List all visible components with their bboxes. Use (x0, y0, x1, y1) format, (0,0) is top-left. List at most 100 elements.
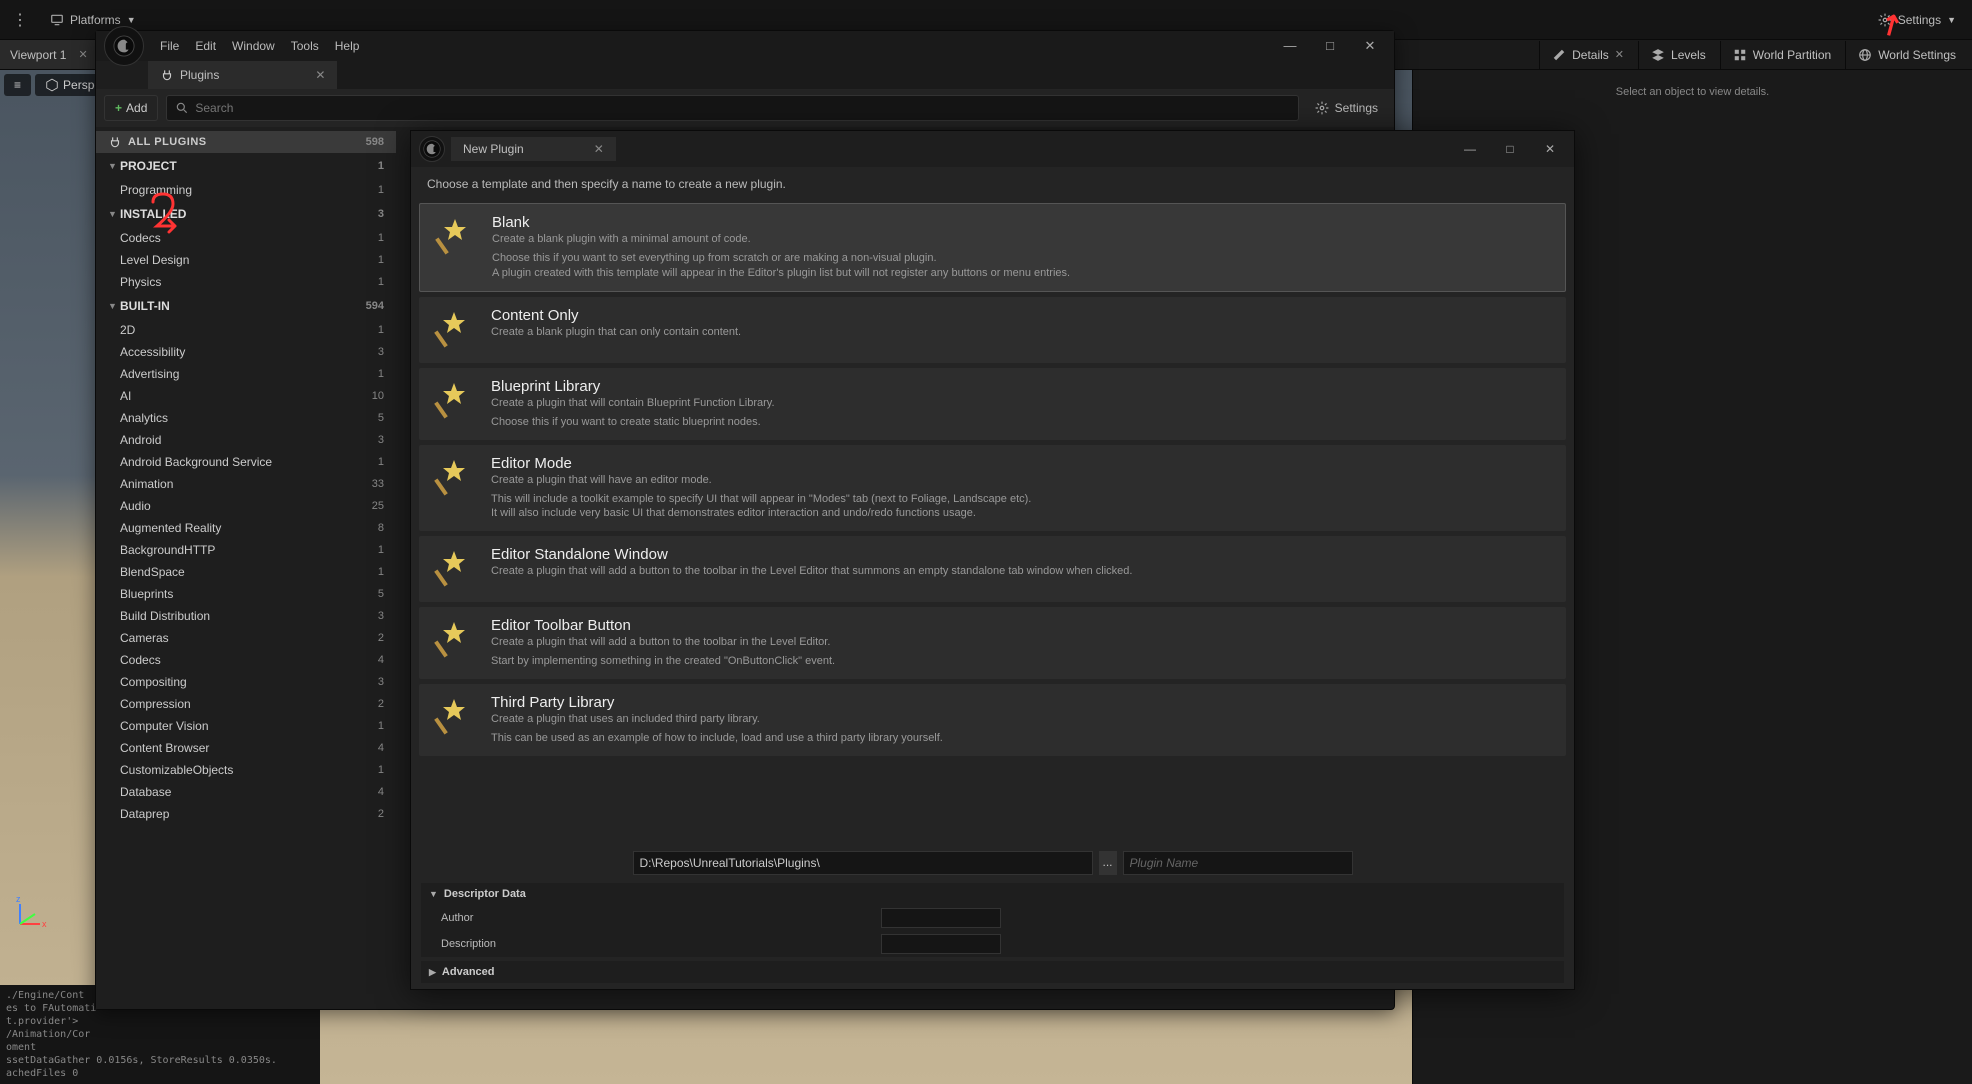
sidebar-category-row[interactable]: Dataprep2 (96, 803, 396, 825)
sidebar-category-row[interactable]: Build Distribution3 (96, 605, 396, 627)
sidebar-category-row[interactable]: AI10 (96, 385, 396, 407)
sidebar-category-row[interactable]: BackgroundHTTP1 (96, 539, 396, 561)
template-item[interactable]: Editor Standalone WindowCreate a plugin … (419, 536, 1566, 602)
template-item[interactable]: BlankCreate a blank plugin with a minima… (419, 203, 1566, 292)
tab-label: Levels (1671, 48, 1706, 62)
category-count: 1 (378, 720, 384, 732)
template-subtitle: Create a plugin that will have an editor… (491, 474, 1554, 486)
template-wand-icon (431, 307, 477, 353)
minimize-button[interactable]: — (1274, 38, 1306, 54)
plug-icon (160, 68, 174, 82)
search-input[interactable] (195, 101, 1289, 115)
plugins-titlebar[interactable]: File Edit Window Tools Help — □ ✕ (96, 31, 1394, 61)
plugins-settings-button[interactable]: Settings (1307, 101, 1386, 115)
sidebar-category-row[interactable]: CustomizableObjects1 (96, 759, 396, 781)
category-label: Advertising (120, 367, 378, 381)
template-title: Third Party Library (491, 694, 1554, 711)
plugin-search[interactable] (166, 95, 1298, 121)
close-icon[interactable]: ✕ (315, 68, 325, 82)
plugin-name-input[interactable] (1123, 851, 1353, 875)
sidebar-category-row[interactable]: Augmented Reality8 (96, 517, 396, 539)
sidebar-category-row[interactable]: Codecs4 (96, 649, 396, 671)
category-count: 1 (378, 232, 384, 244)
descriptor-data-header[interactable]: ▼ Descriptor Data (421, 883, 1564, 905)
search-icon (175, 101, 189, 115)
plugin-path-input[interactable] (633, 851, 1093, 875)
sidebar-section-header[interactable]: ▼BUILT-IN594 (96, 293, 396, 319)
tools-menu[interactable]: Tools (291, 39, 319, 53)
world-partition-tab[interactable]: World Partition (1720, 41, 1843, 69)
sidebar-category-row[interactable]: Programming1 (96, 179, 396, 201)
template-item[interactable]: Third Party LibraryCreate a plugin that … (419, 684, 1566, 756)
category-count: 1 (378, 764, 384, 776)
sidebar-category-row[interactable]: Compression2 (96, 693, 396, 715)
sidebar-category-row[interactable]: BlendSpace1 (96, 561, 396, 583)
add-plugin-button[interactable]: + Add (104, 95, 158, 121)
template-item[interactable]: Content OnlyCreate a blank plugin that c… (419, 297, 1566, 363)
sidebar-category-row[interactable]: Cameras2 (96, 627, 396, 649)
sidebar-category-row[interactable]: Android Background Service1 (96, 451, 396, 473)
category-label: Codecs (120, 653, 378, 667)
details-tab[interactable]: Details ✕ (1539, 41, 1636, 69)
plugins-tab[interactable]: Plugins ✕ (148, 61, 337, 89)
advanced-header[interactable]: ▶ Advanced (421, 961, 1564, 983)
category-count: 2 (378, 808, 384, 820)
world-settings-tab[interactable]: World Settings (1845, 41, 1968, 69)
sidebar-category-row[interactable]: Audio25 (96, 495, 396, 517)
template-item[interactable]: Editor ModeCreate a plugin that will hav… (419, 445, 1566, 532)
sidebar-category-row[interactable]: Android3 (96, 429, 396, 451)
close-icon[interactable]: ✕ (1615, 48, 1624, 61)
sidebar-category-row[interactable]: Accessibility3 (96, 341, 396, 363)
sidebar-category-row[interactable]: Computer Vision1 (96, 715, 396, 737)
browse-path-button[interactable]: ... (1099, 851, 1117, 875)
category-count: 1 (378, 456, 384, 468)
template-subtitle: Create a plugin that will add a button t… (491, 636, 1554, 648)
close-button[interactable]: ✕ (1534, 142, 1566, 156)
file-menu[interactable]: File (160, 39, 179, 53)
chevron-down-icon: ▼ (1947, 15, 1956, 25)
template-subtitle: Create a blank plugin with a minimal amo… (492, 233, 1553, 245)
sidebar-category-row[interactable]: Database4 (96, 781, 396, 803)
sidebar-section-header[interactable]: ▼INSTALLED3 (96, 201, 396, 227)
help-menu[interactable]: Help (335, 39, 360, 53)
category-label: Augmented Reality (120, 521, 378, 535)
template-item[interactable]: Editor Toolbar ButtonCreate a plugin tha… (419, 607, 1566, 679)
all-plugins-row[interactable]: ALL PLUGINS 598 (96, 131, 396, 153)
minimize-button[interactable]: — (1454, 142, 1486, 156)
sidebar-category-row[interactable]: Content Browser4 (96, 737, 396, 759)
levels-tab[interactable]: Levels (1638, 41, 1718, 69)
category-count: 2 (378, 632, 384, 644)
template-item[interactable]: Blueprint LibraryCreate a plugin that wi… (419, 368, 1566, 440)
sidebar-category-row[interactable]: Compositing3 (96, 671, 396, 693)
template-list: BlankCreate a blank plugin with a minima… (411, 201, 1574, 841)
template-title: Editor Standalone Window (491, 546, 1554, 563)
new-plugin-tab[interactable]: New Plugin ✕ (451, 137, 616, 161)
sidebar-category-row[interactable]: Analytics5 (96, 407, 396, 429)
sidebar-category-row[interactable]: 2D1 (96, 319, 396, 341)
template-description: This can be used as an example of how to… (491, 731, 1554, 746)
sidebar-category-row[interactable]: Physics1 (96, 271, 396, 293)
menu-dots-icon[interactable]: ⋮ (8, 8, 32, 32)
sidebar-category-row[interactable]: Codecs1 (96, 227, 396, 249)
author-input[interactable] (881, 908, 1001, 928)
sidebar-category-row[interactable]: Advertising1 (96, 363, 396, 385)
maximize-button[interactable]: □ (1314, 38, 1346, 54)
expand-arrow-icon: ▼ (108, 161, 120, 171)
sidebar-category-row[interactable]: Animation33 (96, 473, 396, 495)
window-menu[interactable]: Window (232, 39, 275, 53)
viewport-options-button[interactable]: ≡ (4, 74, 31, 96)
sidebar-section-header[interactable]: ▼PROJECT1 (96, 153, 396, 179)
viewport-tab[interactable]: Viewport 1 ✕ (0, 40, 99, 69)
close-button[interactable]: ✕ (1354, 38, 1386, 54)
sidebar-category-row[interactable]: Level Design1 (96, 249, 396, 271)
close-icon[interactable]: ✕ (78, 48, 87, 61)
category-label: Audio (120, 499, 372, 513)
edit-menu[interactable]: Edit (195, 39, 216, 53)
category-label: Level Design (120, 253, 378, 267)
maximize-button[interactable]: □ (1494, 142, 1526, 156)
new-plugin-titlebar[interactable]: New Plugin ✕ — □ ✕ (411, 131, 1574, 167)
close-icon[interactable]: ✕ (594, 142, 604, 156)
expand-arrow-icon: ▶ (429, 967, 436, 978)
description-input[interactable] (881, 934, 1001, 954)
sidebar-category-row[interactable]: Blueprints5 (96, 583, 396, 605)
